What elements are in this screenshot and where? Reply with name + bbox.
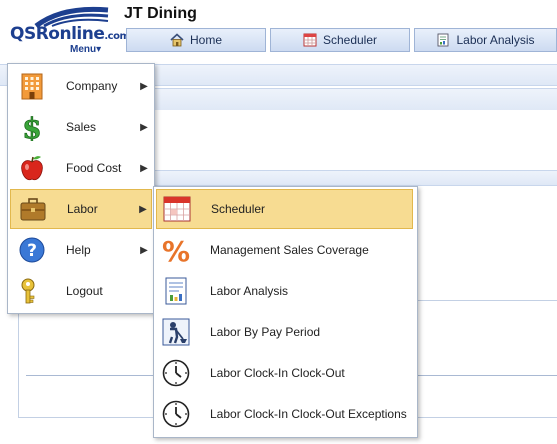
help-icon: ?: [16, 234, 48, 266]
nav-labor-analysis-label: Labor Analysis: [456, 33, 535, 47]
nav-labor-analysis-button[interactable]: Labor Analysis: [414, 28, 557, 52]
chevron-right-icon: ▶: [140, 121, 148, 133]
svg-text:%: %: [162, 235, 190, 265]
qsronline-logo[interactable]: QSRonline.com Menu▾: [8, 4, 130, 56]
clock-icon: [160, 357, 192, 389]
menu-item-company[interactable]: Company ▶: [10, 67, 152, 105]
submenu-item-label: Labor Clock-In Clock-Out Exceptions: [210, 407, 407, 421]
menu-item-label: Sales: [66, 120, 97, 134]
chevron-right-icon: ▶: [140, 162, 148, 174]
submenu-item-label: Management Sales Coverage: [210, 243, 369, 257]
menu-item-label: Labor: [67, 202, 98, 216]
worker-icon: [160, 316, 192, 348]
submenu-item-labor-analysis[interactable]: Labor Analysis: [156, 271, 413, 311]
menu-item-label: Food Cost: [66, 161, 122, 175]
briefcase-icon: [17, 193, 49, 225]
nav-scheduler-button[interactable]: Scheduler: [270, 28, 410, 52]
main-menu: Company ▶ $ Sales ▶ Food Cost ▶ Labor ▶ …: [7, 63, 155, 314]
report-icon: [438, 33, 449, 47]
calendar-icon: [161, 193, 193, 225]
submenu-item-labor-by-pay-period[interactable]: Labor By Pay Period: [156, 312, 413, 352]
labor-submenu: Scheduler % Management Sales Coverage La…: [153, 186, 418, 438]
submenu-item-label: Scheduler: [211, 202, 266, 216]
calendar-icon: [303, 33, 317, 47]
submenu-item-label: Labor By Pay Period: [210, 325, 321, 339]
menu-item-sales[interactable]: $ Sales ▶: [10, 108, 152, 146]
submenu-item-labor-clock-in-clock-out[interactable]: Labor Clock-In Clock-Out: [156, 353, 413, 393]
chevron-right-icon: ▶: [140, 244, 148, 256]
chevron-right-icon: ▶: [139, 203, 147, 215]
home-icon: [170, 33, 184, 47]
menu-item-label: Logout: [66, 284, 103, 298]
submenu-item-management-sales-coverage[interactable]: % Management Sales Coverage: [156, 230, 413, 270]
menu-item-labor[interactable]: Labor ▶: [10, 189, 152, 229]
menu-item-label: Help: [66, 243, 91, 257]
nav-home-label: Home: [189, 33, 222, 47]
apple-icon: [16, 152, 48, 184]
nav-scheduler-label: Scheduler: [322, 33, 378, 47]
menu-item-logout[interactable]: Logout: [10, 272, 152, 310]
percent-icon: %: [160, 234, 192, 266]
logo-wordmark: QSRonline.com: [10, 24, 130, 44]
submenu-item-labor-clock-in-clock-out-exceptions[interactable]: Labor Clock-In Clock-Out Exceptions: [156, 394, 413, 434]
menu-item-help[interactable]: ? Help ▶: [10, 231, 152, 269]
building-icon: [16, 70, 48, 102]
section-header-1: [150, 88, 557, 112]
section-header-2: [150, 170, 557, 186]
submenu-item-label: Labor Analysis: [210, 284, 289, 298]
clock-icon: [160, 398, 192, 430]
submenu-item-scheduler[interactable]: Scheduler: [156, 189, 413, 229]
key-icon: [16, 275, 48, 307]
svg-text:?: ?: [27, 241, 37, 261]
page-title: JT Dining: [124, 5, 197, 22]
menu-item-food-cost[interactable]: Food Cost ▶: [10, 149, 152, 187]
dollar-icon: $: [16, 111, 48, 143]
chevron-right-icon: ▶: [140, 80, 148, 92]
logo-menu-label[interactable]: Menu▾: [70, 44, 101, 55]
report-icon: [160, 275, 192, 307]
svg-text:$: $: [22, 113, 41, 141]
nav-home-button[interactable]: Home: [126, 28, 266, 52]
submenu-item-label: Labor Clock-In Clock-Out: [210, 366, 345, 380]
menu-item-label: Company: [66, 79, 118, 93]
